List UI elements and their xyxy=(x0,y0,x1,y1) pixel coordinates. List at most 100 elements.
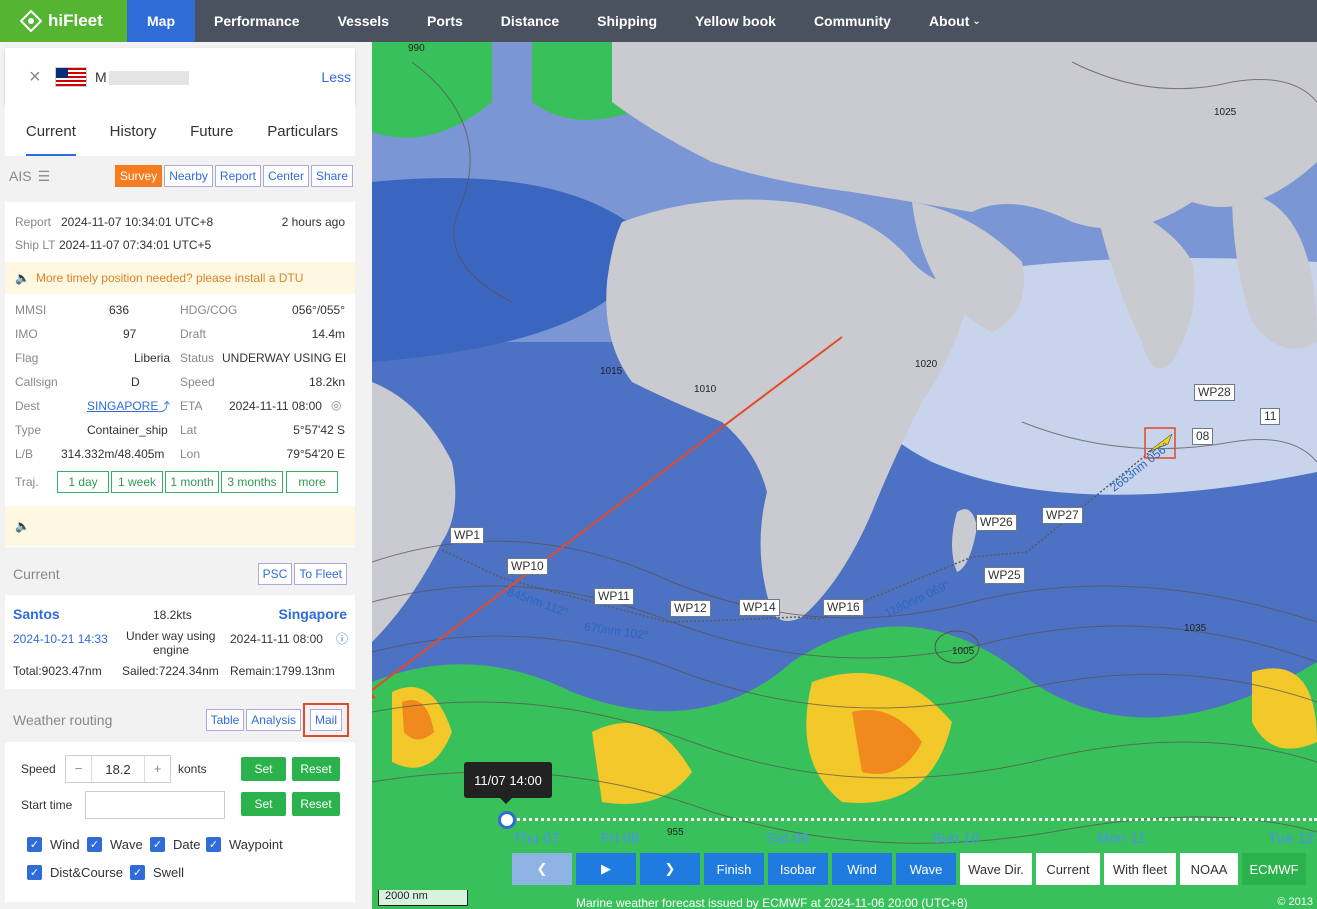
speed-reset-button[interactable]: Reset xyxy=(292,757,340,781)
day-label-tue[interactable]: Tue 12 xyxy=(1268,830,1314,847)
tab-history[interactable]: History xyxy=(106,111,161,152)
top-nav-bar: hiFleet Map Performance Vessels Ports Di… xyxy=(0,0,1317,42)
nav-yellow-book[interactable]: Yellow book xyxy=(676,0,795,42)
date-checkbox-label: Date xyxy=(173,837,201,852)
status-value: UNDERWAY USING EI xyxy=(222,351,346,365)
wave-checkbox[interactable]: ✓ Wave xyxy=(87,837,143,852)
current-layer-button[interactable]: Current xyxy=(1036,853,1100,885)
dtu-notice[interactable]: 🔈 More timely position needed? please in… xyxy=(5,262,355,294)
finish-button[interactable]: Finish xyxy=(704,853,764,885)
minus-icon[interactable]: − xyxy=(66,756,92,782)
chevron-down-icon: ⌄ xyxy=(972,15,981,27)
current-buttons: PSC To Fleet xyxy=(257,563,347,585)
nav-performance[interactable]: Performance xyxy=(195,0,319,42)
globe-icon[interactable]: ◎ xyxy=(331,398,341,412)
pressure-label: 1015 xyxy=(600,366,623,377)
chevron-left-icon[interactable]: ❮ xyxy=(512,853,572,885)
wind-checkbox[interactable]: ✓ Wind xyxy=(27,837,80,852)
ais-label: AIS xyxy=(9,168,32,184)
nav-shipping[interactable]: Shipping xyxy=(578,0,676,42)
waypoint-wp16[interactable]: WP16 xyxy=(823,599,864,616)
waypoint-wp1[interactable]: WP1 xyxy=(450,527,485,544)
day-label-thu[interactable]: Thu 07 xyxy=(513,830,560,847)
timeline-slider-handle[interactable] xyxy=(498,811,516,829)
list-icon[interactable]: ☰ xyxy=(38,168,51,185)
time-tooltip: 11/07 14:00 xyxy=(464,762,552,804)
traj-1-day-button[interactable]: 1 day xyxy=(57,471,109,493)
callsign-label: Callsign xyxy=(15,375,58,389)
wave-dir-button[interactable]: Wave Dir. xyxy=(960,853,1032,885)
waypoint-wp26[interactable]: WP26 xyxy=(976,514,1017,531)
day-label-mon[interactable]: Mon 11 xyxy=(1097,830,1146,847)
less-link[interactable]: Less xyxy=(321,69,351,85)
nav-map[interactable]: Map xyxy=(127,0,195,42)
wind-button[interactable]: Wind xyxy=(832,853,892,885)
timeline-track[interactable] xyxy=(500,818,1317,822)
weather-routing-header: Weather routing Table Analysis Mail xyxy=(5,698,355,742)
psc-button[interactable]: PSC xyxy=(257,563,293,585)
report-ago: 2 hours ago xyxy=(281,215,345,229)
speed-input[interactable]: 18.2 xyxy=(92,762,144,777)
traj-1-week-button[interactable]: 1 week xyxy=(111,471,163,493)
ecmwf-button[interactable]: ECMWF xyxy=(1242,853,1306,885)
to-fleet-button[interactable]: To Fleet xyxy=(294,563,347,585)
day-label-fri[interactable]: Fri 08 xyxy=(601,830,639,847)
ais-info-card: Report 2024-11-07 10:34:01 UTC+8 2 hours… xyxy=(5,202,355,547)
day-label-sun[interactable]: Sun 10 xyxy=(932,830,980,847)
nav-distance[interactable]: Distance xyxy=(482,0,578,42)
nav-ports[interactable]: Ports xyxy=(408,0,482,42)
waypoint-wp25[interactable]: WP25 xyxy=(984,567,1025,584)
traj-1-month-button[interactable]: 1 month xyxy=(165,471,219,493)
hifleet-logo[interactable]: hiFleet xyxy=(0,0,127,42)
speed-set-button[interactable]: Set xyxy=(241,757,286,781)
play-icon[interactable]: ▶ xyxy=(576,853,636,885)
speed-value: 18.2kn xyxy=(308,375,345,389)
help-icon[interactable]: ⓘ xyxy=(336,630,348,647)
waypoint-wp11[interactable]: WP11 xyxy=(594,588,634,605)
speaker-icon-2[interactable]: 🔈 xyxy=(15,519,30,533)
waypoint-08[interactable]: 08 xyxy=(1192,428,1214,445)
analysis-button[interactable]: Analysis xyxy=(246,709,301,731)
with-fleet-button[interactable]: With fleet xyxy=(1104,853,1176,885)
center-button[interactable]: Center xyxy=(262,165,309,187)
table-button[interactable]: Table xyxy=(205,709,245,731)
traj-3-months-button[interactable]: 3 months xyxy=(221,471,283,493)
close-icon[interactable]: × xyxy=(29,66,49,89)
waypoint-wp27[interactable]: WP27 xyxy=(1042,507,1083,524)
start-time-input[interactable] xyxy=(85,791,225,819)
swell-checkbox[interactable]: ✓ Swell xyxy=(130,865,184,880)
nav-community[interactable]: Community xyxy=(795,0,910,42)
waypoint-wp14[interactable]: WP14 xyxy=(739,599,780,616)
wave-button[interactable]: Wave xyxy=(896,853,956,885)
isobar-button[interactable]: Isobar xyxy=(768,853,828,885)
swell-checkbox-label: Swell xyxy=(153,865,185,880)
waypoint-wp28[interactable]: WP28 xyxy=(1194,384,1235,401)
tab-particulars[interactable]: Particulars xyxy=(263,111,342,152)
to-port-link[interactable]: Singapore xyxy=(279,606,347,622)
start-set-button[interactable]: Set xyxy=(241,792,286,816)
day-label-sat[interactable]: Sat 09 xyxy=(766,830,809,847)
nav-about[interactable]: About ⌄ xyxy=(910,0,1000,42)
survey-button[interactable]: Survey xyxy=(114,165,163,187)
nearby-button[interactable]: Nearby xyxy=(164,165,213,187)
share-button[interactable]: Share xyxy=(310,165,353,187)
plus-icon[interactable]: + xyxy=(144,756,170,782)
tab-current[interactable]: Current xyxy=(22,111,80,156)
noaa-button[interactable]: NOAA xyxy=(1180,853,1238,885)
date-checkbox[interactable]: ✓ Date xyxy=(150,837,200,852)
start-reset-button[interactable]: Reset xyxy=(292,792,340,816)
waypoint-wp12[interactable]: WP12 xyxy=(670,600,711,617)
from-port-link[interactable]: Santos xyxy=(13,606,60,622)
nav-vessels[interactable]: Vessels xyxy=(319,0,408,42)
mail-button[interactable]: Mail xyxy=(309,709,342,731)
traj-more-button[interactable]: more xyxy=(286,471,338,493)
chevron-right-icon[interactable]: ❯ xyxy=(640,853,700,885)
dist-course-checkbox[interactable]: ✓ Dist&Course xyxy=(27,865,123,880)
share-arrow-icon[interactable]: ⤴ xyxy=(158,398,170,415)
waypoint-11[interactable]: 11 xyxy=(1260,408,1281,425)
tab-future[interactable]: Future xyxy=(186,111,237,152)
waypoint-checkbox[interactable]: ✓ Waypoint xyxy=(206,837,283,852)
waypoint-wp10[interactable]: WP10 xyxy=(507,558,548,575)
dest-link[interactable]: SINGAPORE xyxy=(87,399,158,413)
report-button[interactable]: Report xyxy=(214,165,261,187)
